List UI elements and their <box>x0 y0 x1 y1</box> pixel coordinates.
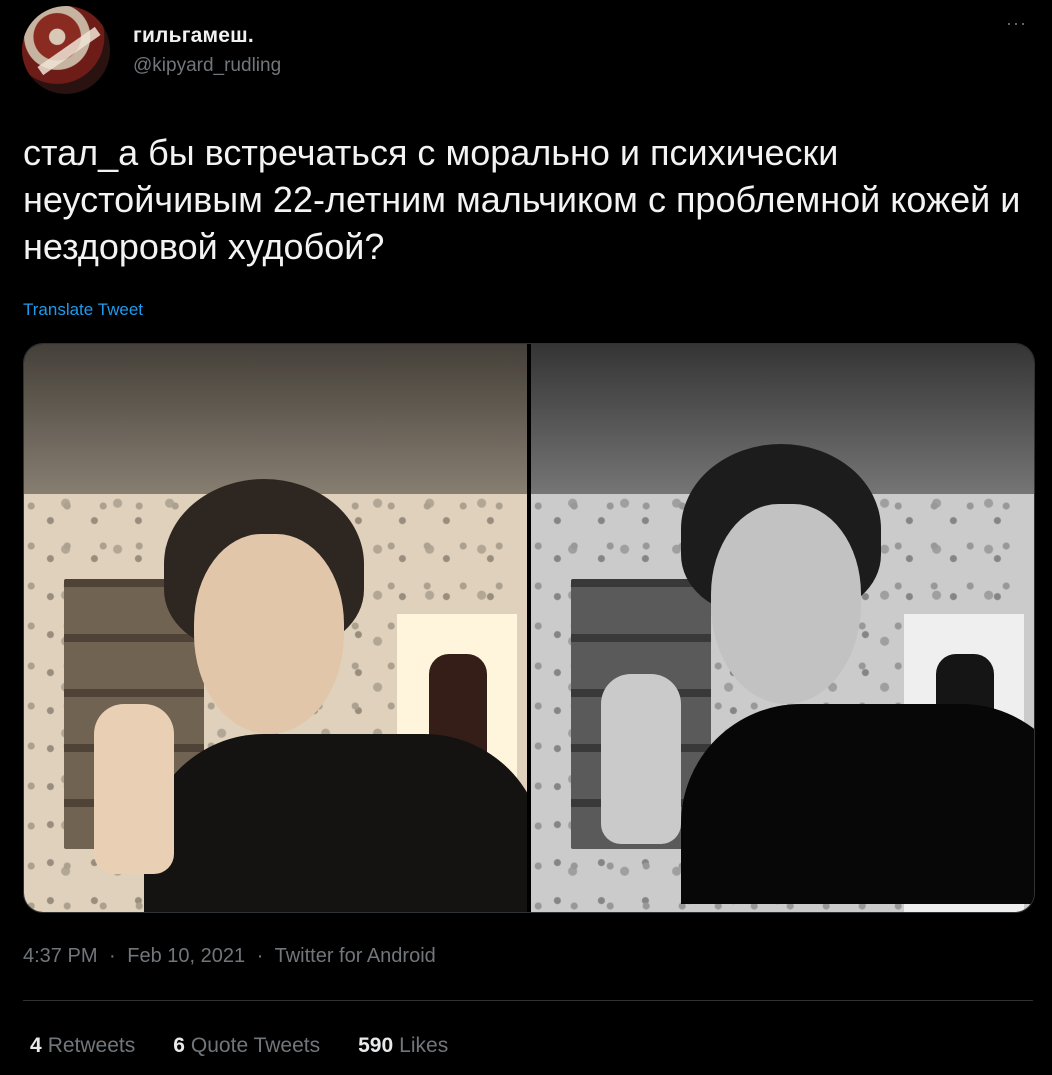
photo-face <box>711 504 861 704</box>
photo-hand <box>94 704 174 874</box>
likes-count: 590 <box>358 1034 394 1057</box>
tweet-date[interactable]: Feb 10, 2021 <box>127 945 245 967</box>
tweet-text: стал_а бы встречаться с морально и психи… <box>23 132 1021 267</box>
author-handle[interactable]: @kipyard_rudling <box>133 55 281 77</box>
retweets-count: 4 <box>30 1034 42 1057</box>
tweet-time[interactable]: 4:37 PM <box>23 945 97 967</box>
photo-shirt <box>144 734 527 912</box>
meta-separator: · <box>109 945 116 967</box>
more-horizontal-icon[interactable]: ··· <box>1006 14 1034 36</box>
quote-tweets-stat[interactable]: 6 Quote Tweets <box>173 1034 320 1058</box>
quotes-label: Quote Tweets <box>190 1034 321 1057</box>
tweet-photo-1[interactable] <box>24 344 527 912</box>
tweet-stats: 4 Retweets 6 Quote Tweets 590 Likes <box>30 1034 448 1058</box>
photo-shirt <box>681 704 1034 904</box>
divider <box>23 1000 1033 1001</box>
tweet-media <box>23 343 1035 913</box>
tweet-source[interactable]: Twitter for Android <box>275 945 436 967</box>
author-display-name[interactable]: гильгамеш. <box>133 24 254 48</box>
likes-stat[interactable]: 590 Likes <box>358 1034 448 1058</box>
retweets-label: Retweets <box>47 1034 136 1057</box>
avatar[interactable] <box>22 6 110 94</box>
meta-separator: · <box>256 945 264 967</box>
photo-hand <box>601 674 681 844</box>
tweet-photo-2[interactable] <box>531 344 1034 912</box>
tweet-meta: 4:37 PM · Feb 10, 2021 · Twitter for And… <box>23 945 442 968</box>
translate-tweet-link[interactable]: Translate Tweet <box>23 300 143 320</box>
retweets-stat[interactable]: 4 Retweets <box>30 1034 135 1058</box>
photo-face <box>194 534 344 734</box>
quotes-count: 6 <box>173 1034 185 1057</box>
likes-label: Likes <box>399 1034 449 1057</box>
